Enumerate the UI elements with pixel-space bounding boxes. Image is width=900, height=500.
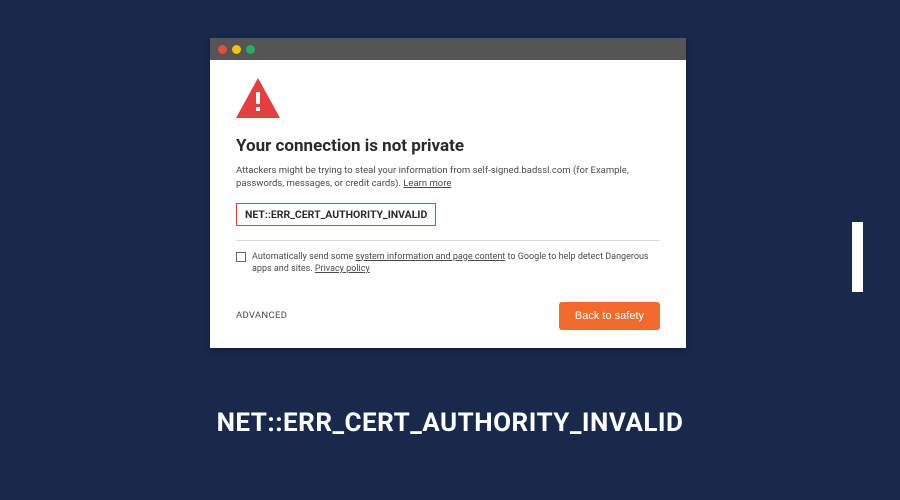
divider — [236, 240, 660, 241]
error-code: NET::ERR_CERT_AUTHORITY_INVALID — [236, 203, 436, 226]
warning-icon — [236, 78, 660, 122]
page-caption: NET::ERR_CERT_AUTHORITY_INVALID — [0, 408, 900, 438]
maximize-icon[interactable] — [246, 45, 255, 54]
consent-row: Automatically send some system informati… — [236, 251, 660, 276]
learn-more-link[interactable]: Learn more — [403, 178, 451, 189]
consent-checkbox[interactable] — [236, 252, 246, 262]
browser-window: Your connection is not private Attackers… — [210, 38, 686, 348]
system-info-link[interactable]: system information and page content — [356, 252, 506, 262]
close-icon[interactable] — [218, 45, 227, 54]
back-to-safety-button[interactable]: Back to safety — [559, 302, 660, 330]
minimize-icon[interactable] — [232, 45, 241, 54]
consent-text: Automatically send some system informati… — [252, 251, 660, 276]
error-description: Attackers might be trying to steal your … — [236, 164, 660, 191]
privacy-policy-link[interactable]: Privacy policy — [315, 264, 370, 274]
error-heading: Your connection is not private — [236, 136, 660, 156]
action-row: ADVANCED Back to safety — [236, 302, 660, 330]
advanced-button[interactable]: ADVANCED — [236, 310, 287, 321]
side-accent — [852, 222, 863, 292]
window-titlebar — [210, 38, 686, 60]
error-content: Your connection is not private Attackers… — [210, 60, 686, 348]
